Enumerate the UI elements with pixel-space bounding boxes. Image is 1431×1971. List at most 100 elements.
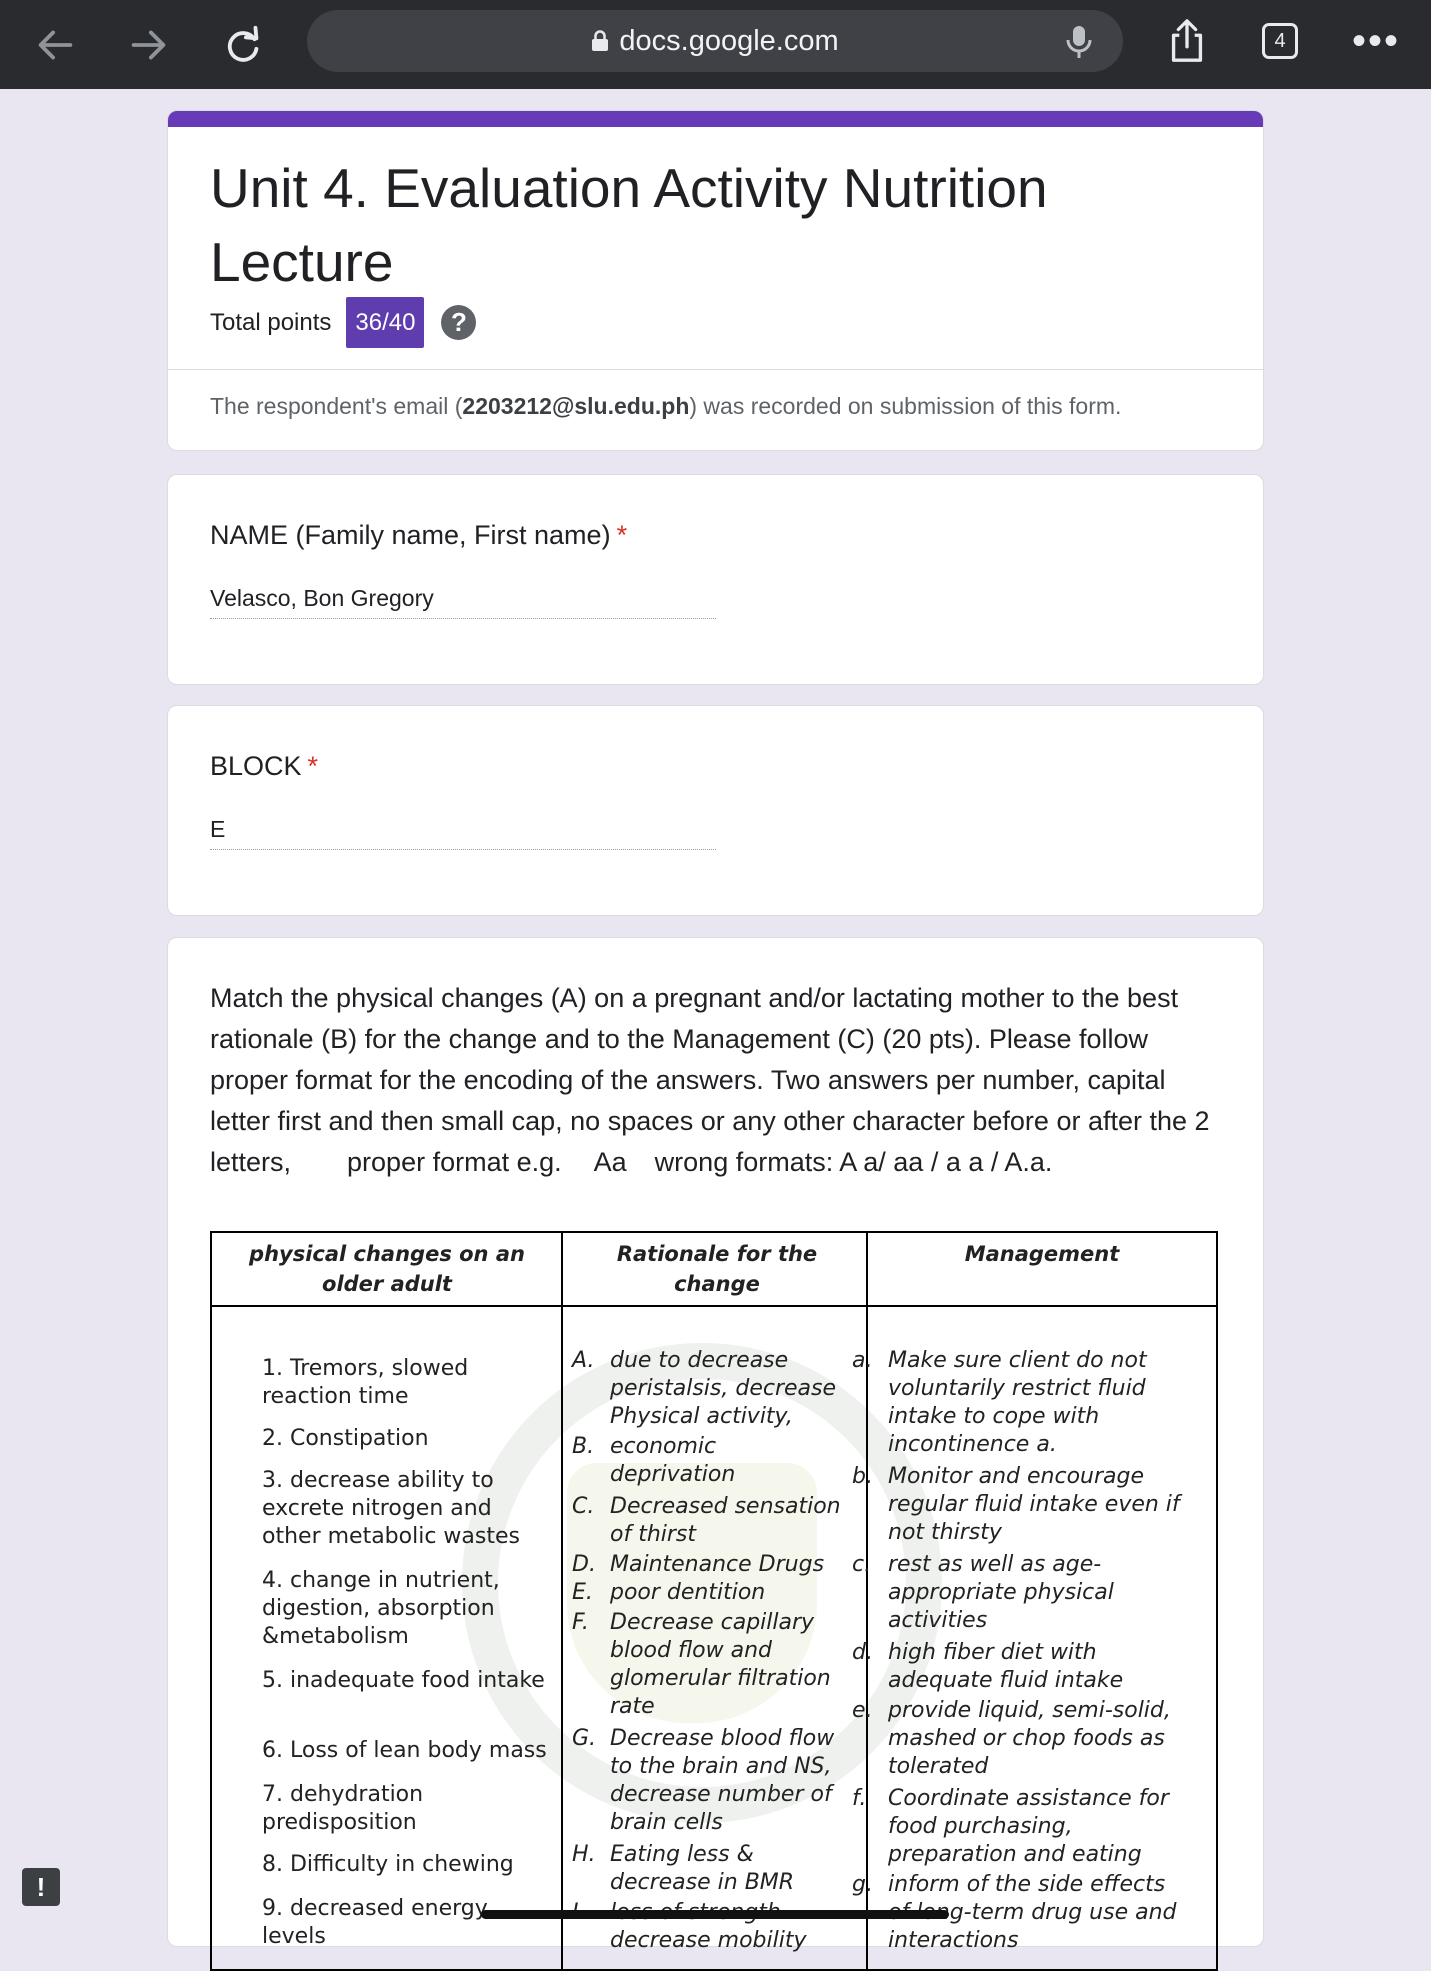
list-item: f. <box>852 1785 866 1813</box>
item-text: Decrease blood flow to the brain and NS,… <box>610 1726 835 1835</box>
question-card-matching: Match the physical changes (A) on a preg… <box>167 937 1264 1971</box>
item-text: Maintenance Drugs <box>610 1552 825 1577</box>
format-example: Aa <box>593 1147 627 1177</box>
item-letter: b. <box>852 1464 873 1489</box>
list-item: H. <box>572 1841 596 1869</box>
answer-field-name: Velasco, Bon Gregory <box>210 585 716 619</box>
list-item: E. <box>572 1579 593 1607</box>
item-letter: G. <box>572 1726 597 1751</box>
list-item: B. <box>572 1433 594 1461</box>
email-notice: The respondent's email (2203212@slu.edu.… <box>210 393 1121 420</box>
respondent-email: 2203212@slu.edu.ph <box>462 393 690 419</box>
list-item: 7. dehydration predisposition <box>262 1782 424 1835</box>
list-item: D. <box>572 1551 596 1579</box>
item-letter: C. <box>572 1494 595 1519</box>
item-text: high fiber diet with adequate fluid inta… <box>888 1640 1124 1693</box>
matching-instructions: Match the physical changes (A) on a preg… <box>210 978 1220 1183</box>
home-indicator <box>481 1910 949 1919</box>
total-points: Total points 36/40 ? <box>210 297 477 348</box>
list-item: A. <box>572 1347 594 1375</box>
list-item: g. <box>852 1871 873 1899</box>
item-text: economic deprivation <box>610 1434 736 1487</box>
list-item: 2. Constipation <box>262 1426 429 1451</box>
item-letter: c. <box>852 1552 872 1577</box>
more-menu-icon[interactable]: ••• <box>1352 21 1400 61</box>
reload-icon[interactable] <box>218 20 268 70</box>
address-bar[interactable]: docs.google.com <box>307 10 1123 72</box>
item-letter: B. <box>572 1434 595 1459</box>
format-label: proper format e.g. <box>347 1147 562 1177</box>
required-asterisk: * <box>307 751 319 781</box>
item-text: Monitor and encourage regular fluid inta… <box>888 1464 1180 1545</box>
matching-table-image: physical changes on an older adult Ratio… <box>210 1231 1218 1971</box>
item-letter: H. <box>572 1842 596 1867</box>
list-item: 4. change in nutrient, digestion, absorp… <box>262 1568 500 1649</box>
list-item: e. <box>852 1697 873 1725</box>
list-item: F. <box>572 1609 589 1637</box>
list-item: 9. decreased energy levels <box>262 1896 488 1949</box>
email-suffix: ) was recorded on submission of this for… <box>689 393 1122 419</box>
divider <box>168 369 1263 370</box>
column-divider <box>866 1233 868 1969</box>
item-letter: F. <box>572 1610 589 1635</box>
form-header-card: Unit 4. Evaluation Activity Nutrition Le… <box>167 110 1264 451</box>
list-item: 8. Difficulty in chewing <box>262 1852 514 1877</box>
list-item: C. <box>572 1493 594 1521</box>
item-text: rest as well as age-appropriate physical… <box>888 1552 1114 1633</box>
list-item: 1. Tremors, slowed reaction time <box>262 1356 469 1409</box>
question-label: NAME (Family name, First name) * <box>210 520 627 551</box>
tab-count-button[interactable]: 4 <box>1262 23 1298 59</box>
back-arrow-icon[interactable] <box>30 20 80 70</box>
email-prefix: The respondent's email ( <box>210 393 463 419</box>
forward-arrow-icon[interactable] <box>124 20 174 70</box>
question-text: BLOCK <box>210 751 302 781</box>
item-text: due to decrease peristalsis, decrease Ph… <box>610 1348 837 1429</box>
column-divider <box>561 1233 563 1969</box>
list-item: 5. inadequate food intake <box>262 1668 545 1693</box>
header-management: Management <box>964 1242 1120 1266</box>
question-text: NAME (Family name, First name) <box>210 520 611 550</box>
item-text: poor dentition <box>610 1580 766 1605</box>
item-text: Eating less & decrease in BMR <box>610 1842 795 1895</box>
item-letter: a. <box>852 1348 873 1373</box>
score-badge: 36/40 <box>346 297 425 348</box>
item-letter: e. <box>852 1698 873 1723</box>
header-physical-changes: physical changes on an older adult <box>249 1242 525 1296</box>
share-icon[interactable] <box>1162 16 1212 66</box>
item-text: provide liquid, semi-solid, mashed or ch… <box>888 1698 1171 1779</box>
header-divider <box>212 1305 1216 1307</box>
list-item: c. <box>852 1551 871 1579</box>
lock-icon <box>592 30 609 51</box>
item-text: Coordinate assistance for food purchasin… <box>888 1786 1169 1867</box>
item-letter: g. <box>852 1872 873 1897</box>
list-item: G. <box>572 1725 596 1753</box>
question-card-name: NAME (Family name, First name) * Velasco,… <box>167 474 1264 685</box>
total-points-label: Total points <box>210 308 332 336</box>
item-letter: d. <box>852 1640 873 1665</box>
microphone-icon[interactable] <box>1063 24 1095 60</box>
wrong-format-label: wrong formats: A a/ aa / a a / A.a. <box>654 1147 1053 1177</box>
answer-field-block: E <box>210 816 716 850</box>
form-title: Unit 4. Evaluation Activity Nutrition Le… <box>210 157 1048 293</box>
item-text: loss of strength- decrease mobility <box>610 1900 807 1953</box>
question-label: BLOCK * <box>210 751 318 782</box>
list-item: 6. Loss of lean body mass <box>262 1738 547 1763</box>
item-text: Make sure client do not voluntarily rest… <box>888 1348 1147 1457</box>
question-card-block: BLOCK * E <box>167 705 1264 916</box>
help-icon[interactable]: ? <box>441 305 477 340</box>
list-item: d. <box>852 1639 873 1667</box>
required-asterisk: * <box>616 520 628 550</box>
item-text: Decrease capillary blood flow and glomer… <box>610 1610 831 1719</box>
url-text: docs.google.com <box>619 24 839 57</box>
accent-bar <box>168 111 1263 127</box>
item-letter: f. <box>852 1786 867 1811</box>
item-letter: E. <box>572 1580 593 1605</box>
item-text: Decreased sensation of thirst <box>610 1494 841 1547</box>
report-problem-icon[interactable]: ! <box>22 1868 60 1906</box>
header-rationale: Rationale for the change <box>616 1242 818 1296</box>
item-letter: A. <box>572 1348 595 1373</box>
list-item: 3. decrease ability to excrete nitrogen … <box>262 1468 520 1549</box>
item-letter: D. <box>572 1552 596 1577</box>
list-item: a. <box>852 1347 872 1375</box>
browser-toolbar: docs.google.com 4 ••• <box>0 0 1431 89</box>
